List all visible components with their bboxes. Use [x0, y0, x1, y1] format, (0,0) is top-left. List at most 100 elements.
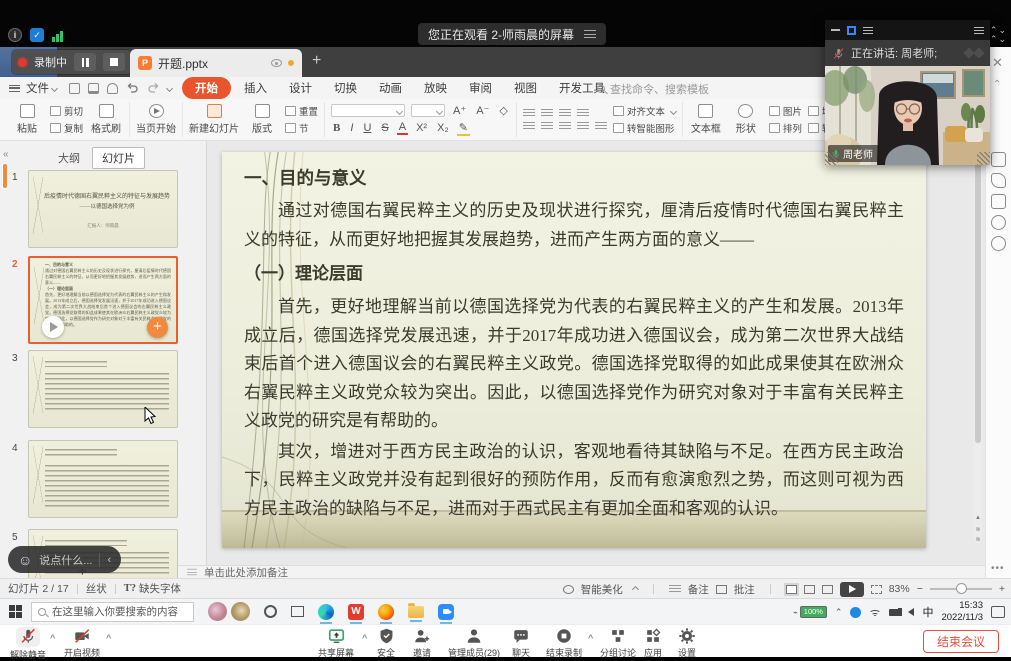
panel-collapse-icon[interactable]: « — [3, 149, 9, 160]
breakout-rooms-button[interactable]: 分组讨论 — [600, 627, 636, 659]
fit-window-icon[interactable] — [871, 585, 882, 594]
current-slide[interactable]: 一、目的与意义 通过对德国右翼民粹主义的历史及现状进行探究，厘清后疫情时代德国右… — [222, 152, 926, 548]
shield-icon[interactable]: ✓ — [30, 28, 44, 42]
cortana-icon[interactable] — [264, 605, 277, 618]
firefox-icon[interactable] — [378, 604, 394, 620]
slide-thumbnail-1[interactable]: 后疫情时代德国右翼民粹主义的特征与发展趋势——以德国选择党为例 汇报人：师雨晨 — [28, 170, 178, 248]
picture-button[interactable]: 图片 — [769, 104, 802, 118]
increase-font-button[interactable]: A⁺ — [451, 104, 468, 117]
battery-indicator[interactable]: ⌁100% — [793, 606, 827, 618]
watching-screen-banner[interactable]: 您正在观看 2-师雨晨的屏幕 — [418, 23, 606, 45]
taskbar-search-box[interactable]: 在这里输入你要搜索的内容 — [31, 602, 194, 622]
settings-button[interactable]: 设置 — [678, 627, 696, 659]
font-color-button[interactable]: A — [397, 121, 408, 135]
apps-button[interactable]: 应用 — [644, 627, 662, 659]
security-button[interactable]: 安全 — [377, 627, 395, 659]
decrease-indent-icon[interactable] — [559, 109, 571, 118]
new-slide-button[interactable]: 新建幻灯片 — [189, 104, 239, 135]
zoom-slider[interactable] — [930, 588, 992, 590]
zoom-out-button[interactable]: − — [917, 583, 923, 595]
canvas-scrollbar[interactable]: ▲ ≋ ≋ — [974, 143, 982, 543]
start-video-button[interactable]: 开启视频 — [64, 627, 100, 659]
command-search[interactable]: 查找命令、搜索模板 — [597, 81, 709, 97]
highlight-button[interactable]: ✎ — [457, 121, 470, 136]
share-screen-button[interactable]: 共享屏幕 — [318, 627, 354, 659]
info-icon[interactable]: i — [8, 28, 22, 42]
new-tab-button[interactable]: + — [312, 52, 321, 70]
tab-review[interactable]: 审阅 — [458, 78, 503, 98]
font-name-select[interactable] — [331, 104, 405, 117]
scroll-next-slide-icon[interactable]: ≋ — [974, 536, 982, 543]
tab-home[interactable]: 开始 — [182, 77, 231, 99]
justify-icon[interactable] — [577, 122, 589, 131]
beautify-caret-icon[interactable] — [632, 585, 639, 592]
numbered-list-icon[interactable] — [541, 109, 553, 118]
comment-button[interactable]: 批注 — [734, 582, 755, 597]
scrollbar-handle[interactable] — [975, 153, 981, 443]
end-meeting-button[interactable]: 结束会议 — [923, 630, 999, 653]
arrange-button[interactable]: 排列 — [769, 121, 802, 135]
video-options-caret[interactable]: ^ — [106, 633, 111, 643]
tray-app-icon[interactable] — [850, 607, 861, 618]
minimize-icon[interactable] — [831, 29, 840, 31]
play-from-current-button[interactable]: 当页开始 — [136, 104, 176, 135]
chat-collapse-icon[interactable]: ‹ — [107, 554, 111, 566]
resize-handle[interactable] — [825, 152, 838, 165]
share-options-caret[interactable]: ^ — [362, 633, 367, 643]
clear-format-button[interactable]: ◇ — [497, 104, 509, 117]
save-icon[interactable] — [69, 83, 80, 94]
tab-slideshow[interactable]: 放映 — [413, 78, 458, 98]
file-menu[interactable]: 文件 — [26, 80, 49, 96]
strikethrough-button[interactable]: S — [379, 122, 390, 134]
stop-recording-button[interactable] — [103, 53, 125, 71]
beautify-wand-icon[interactable] — [991, 173, 1006, 188]
properties-icon[interactable] — [991, 152, 1006, 167]
export-icon[interactable] — [88, 83, 99, 94]
layers-icon[interactable] — [991, 194, 1006, 209]
video-call-window[interactable]: 正在讲话: 周老师; — [825, 20, 990, 165]
help-icon[interactable] — [991, 215, 1006, 230]
unmute-button[interactable]: 解除静音 — [10, 627, 46, 661]
cut-button[interactable]: 剪切 — [50, 104, 83, 118]
banner-menu-icon[interactable] — [584, 30, 596, 38]
tab-view[interactable]: 视图 — [503, 78, 548, 98]
resize-handle[interactable] — [977, 152, 990, 165]
notes-bar[interactable]: 单击此处添加备注 — [178, 565, 985, 578]
invite-button[interactable]: 邀请 — [413, 627, 431, 659]
chat-button[interactable]: 聊天 — [512, 627, 530, 659]
quickbar-more-chevron-icon[interactable] — [166, 84, 173, 91]
wifi-icon[interactable] — [869, 608, 881, 617]
tab-design[interactable]: 设计 — [278, 78, 323, 98]
window-menu-icon[interactable] — [863, 27, 873, 34]
thumbnail-play-button[interactable] — [42, 316, 64, 338]
print-icon[interactable] — [107, 83, 118, 94]
tab-insert[interactable]: 插入 — [233, 78, 278, 98]
slides-tab[interactable]: 幻灯片 — [92, 147, 145, 169]
undo-icon[interactable] — [126, 82, 139, 94]
task-view-icon[interactable] — [291, 606, 304, 617]
align-right-icon[interactable] — [559, 122, 571, 131]
bold-button[interactable]: B — [331, 122, 342, 134]
speaker-icon[interactable] — [908, 608, 914, 616]
main-menu-icon[interactable] — [9, 85, 20, 92]
meeting-app-icon[interactable] — [438, 604, 454, 620]
section-button[interactable]: 节 — [285, 121, 318, 135]
line-spacing-icon[interactable] — [595, 122, 607, 131]
stop-record-button[interactable]: 结束录制 — [546, 627, 582, 659]
tab-transition[interactable]: 切换 — [323, 78, 368, 98]
slideshow-play-button[interactable] — [840, 582, 864, 597]
preview-eye-icon[interactable] — [271, 59, 282, 67]
clock[interactable]: 15:332022/11/3 — [941, 600, 983, 624]
shapes-button[interactable]: 形状 — [729, 104, 763, 135]
reset-button[interactable]: 重置 — [285, 104, 318, 118]
zoom-in-button[interactable]: + — [999, 583, 1005, 595]
more-tools-icon[interactable]: ••• — [991, 563, 1005, 574]
redo-icon[interactable] — [147, 82, 160, 94]
hidden-icons-chevron[interactable]: ⌃ — [835, 607, 843, 618]
thumbnail-add-slide-button[interactable]: + — [147, 317, 168, 338]
subscript-button[interactable]: X₂ — [435, 122, 451, 134]
increase-indent-icon[interactable] — [577, 109, 589, 118]
restore-window-icon[interactable] — [847, 26, 856, 35]
mic-options-caret[interactable]: ^ — [50, 633, 55, 643]
zoom-slider-knob[interactable] — [956, 583, 967, 594]
